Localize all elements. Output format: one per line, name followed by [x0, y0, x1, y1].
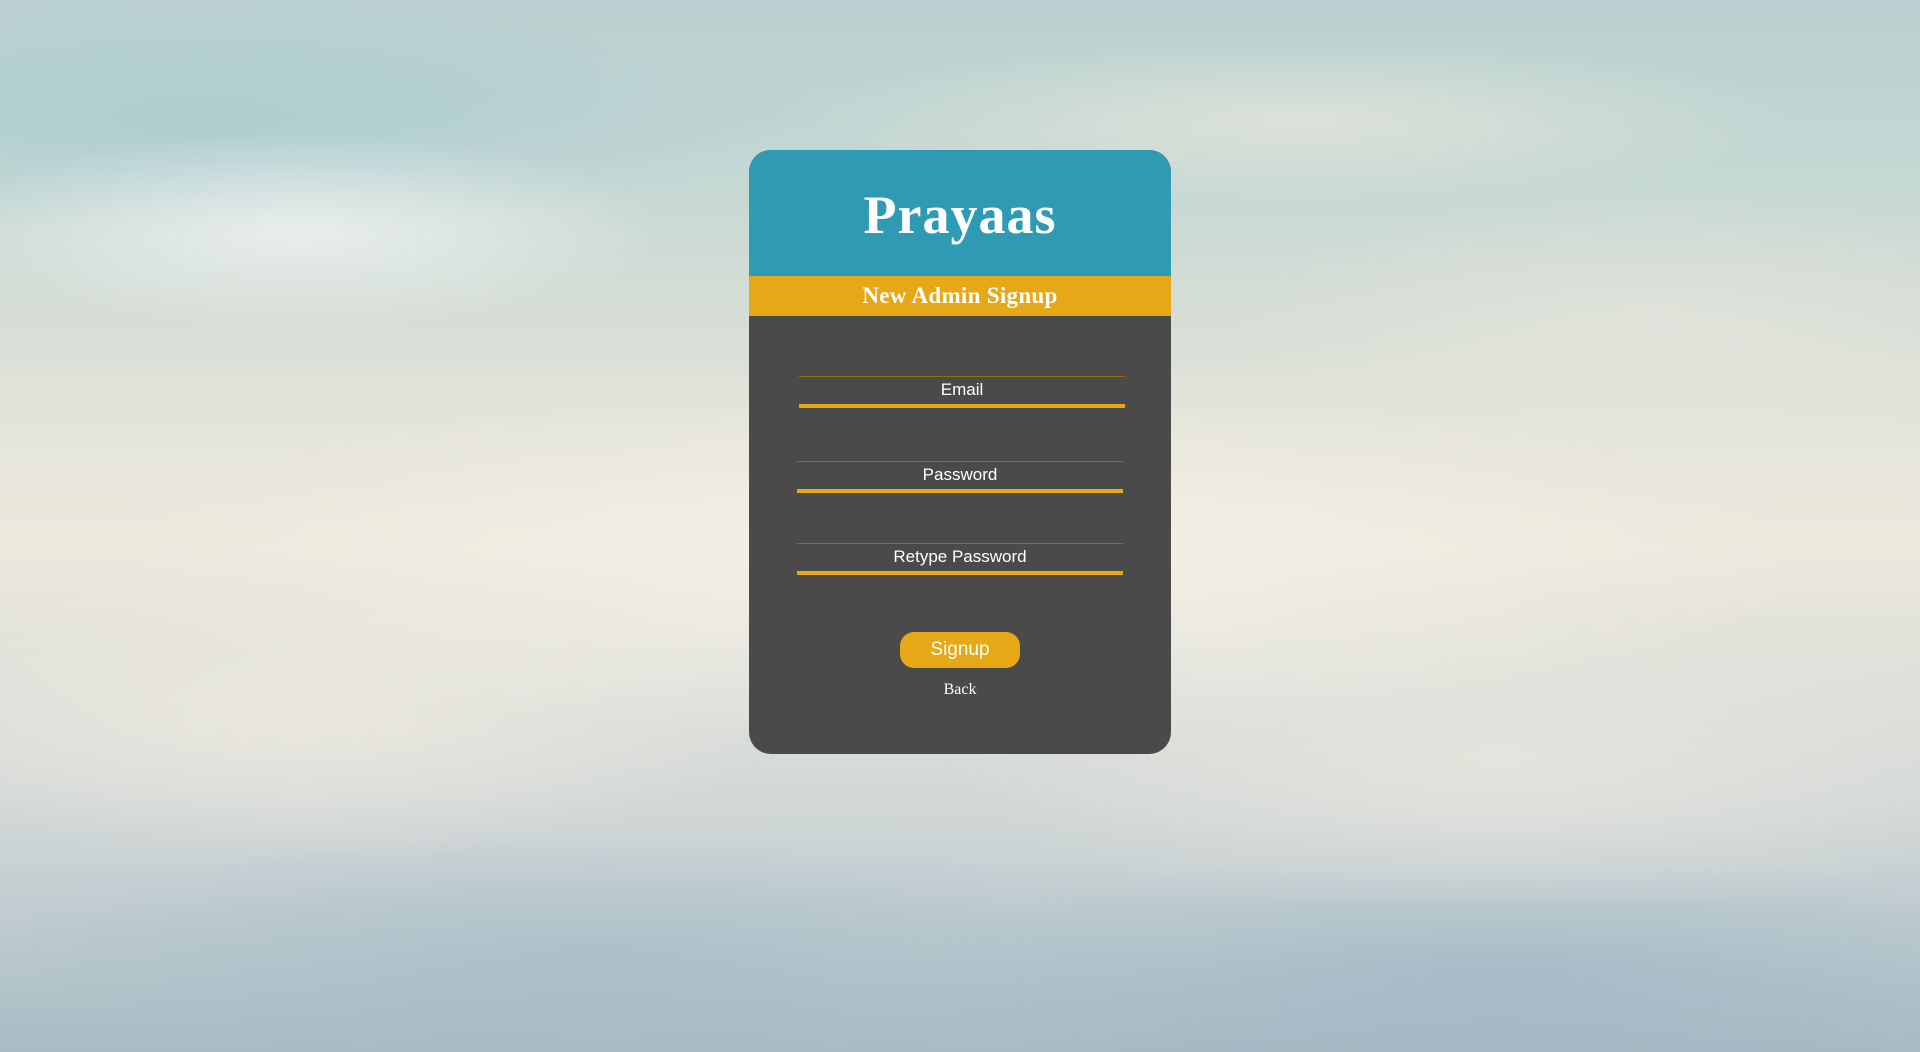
password-field-wrapper: [797, 461, 1123, 495]
password-field[interactable]: [797, 461, 1123, 493]
signup-form: Signup Back: [749, 316, 1171, 754]
email-field-wrapper: [799, 376, 1125, 410]
signup-button[interactable]: Signup: [900, 632, 1020, 668]
signup-card: Prayaas New Admin Signup Signup Back: [749, 150, 1171, 754]
back-link[interactable]: Back: [749, 681, 1171, 699]
retype-password-field-wrapper: [797, 543, 1123, 577]
brand-title: Prayaas: [863, 185, 1057, 245]
page-title-bar: New Admin Signup: [749, 276, 1171, 316]
retype-password-field[interactable]: [797, 543, 1123, 575]
brand-header: Prayaas: [749, 150, 1171, 276]
page-title: New Admin Signup: [862, 283, 1058, 308]
email-field[interactable]: [799, 376, 1125, 408]
